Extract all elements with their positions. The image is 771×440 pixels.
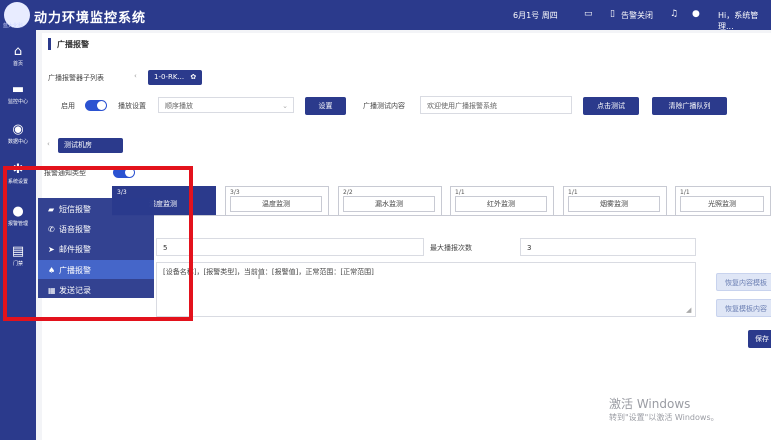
card-name: 温度监测 [230, 196, 322, 212]
app-title: 动力环境监控系统 [34, 11, 147, 26]
recover-template-button[interactable]: 恢复模板内容 [716, 299, 771, 317]
card-count: 3/3 [230, 189, 240, 196]
host-chip-label: 1-0-RK... [154, 73, 185, 81]
resize-handle-icon[interactable]: ◢ [686, 306, 691, 314]
save-button[interactable]: 保存 [748, 330, 771, 348]
section-title: 广播报警 [57, 40, 89, 49]
card-name: 漏水监测 [343, 196, 435, 212]
max-count-input[interactable]: 3 [520, 238, 696, 256]
card-infrared[interactable]: 1/1 红外监测 [450, 186, 554, 216]
sidebar-item-home[interactable]: ⌂ 首页 [0, 40, 36, 76]
test-content-input[interactable]: 欢迎使用广播报警系统 [420, 96, 572, 114]
interval-input[interactable]: 5 [156, 238, 424, 256]
card-divider [112, 215, 771, 216]
chevron-left-icon[interactable]: ‹ [47, 140, 50, 148]
card-temperature[interactable]: 3/3 温度监测 [225, 186, 329, 216]
windows-watermark-sub: 转到"设置"以激活 Windows。 [609, 413, 719, 422]
alarm-close-button[interactable]: 告警关闭 [621, 10, 653, 21]
card-smoke[interactable]: 1/1 烟雾监测 [563, 186, 667, 216]
highlight-annotation-box [3, 166, 193, 321]
sidebar-item-label: 监控中心 [7, 99, 28, 105]
windows-watermark: 激活 Windows [609, 397, 691, 411]
test-content-label: 广播测试内容 [363, 102, 405, 110]
monitor-icon: ▬ [11, 82, 25, 97]
card-name: 光照监测 [680, 196, 764, 212]
card-count: 1/1 [568, 189, 578, 196]
room-chip[interactable]: 测试机房 [58, 138, 123, 153]
message-icon[interactable]: ▭ [584, 9, 593, 19]
sidebar-item-label: 首页 [12, 61, 23, 67]
sidebar-item-label: 数据中心 [7, 139, 28, 145]
template-textarea[interactable]: [设备名称]，[报警类型]，当前值：[报警值]，正常范围：[正常范围] [156, 262, 696, 317]
max-count-label: 最大播报次数 [430, 244, 472, 252]
bell-off-icon[interactable]: ♫ [670, 9, 678, 19]
card-count: 1/1 [455, 189, 465, 196]
gear-icon[interactable]: ✿ [190, 73, 196, 81]
chevron-left-icon[interactable]: ‹ [134, 72, 137, 80]
enable-toggle[interactable] [85, 100, 107, 111]
date-text: 6月1号 周四 [513, 11, 558, 20]
card-water-leak[interactable]: 2/2 漏水监测 [338, 186, 442, 216]
set-button[interactable]: 设置 [305, 97, 346, 115]
sidebar-item-monitor[interactable]: ▬ 监控中心 [0, 78, 36, 114]
play-setting-select[interactable]: 顺序播放 ⌄ [158, 97, 294, 113]
top-bar: 蓝大化科 动力环境监控系统 6月1号 周四 ▭ ▯ 告警关闭 ♫ ● Hi，系统… [0, 0, 771, 32]
test-button[interactable]: 点击测试 [583, 97, 639, 115]
home-icon: ⌂ [13, 44, 23, 59]
card-name: 红外监测 [455, 196, 547, 212]
play-setting-label: 播放设置 [118, 102, 146, 110]
text-cursor-icon: I [258, 273, 261, 281]
logo-subtitle: 蓝大化科 [3, 23, 24, 29]
host-chip[interactable]: 1-0-RK... ✿ [148, 70, 203, 85]
template-text: [设备名称]，[报警类型]，当前值：[报警值]，正常范围：[正常范围] [163, 268, 374, 276]
card-light[interactable]: 1/1 光照监测 [675, 186, 771, 216]
card-name: 烟雾监测 [568, 196, 660, 212]
host-list-label: 广播报警器子列表 [48, 74, 104, 82]
user-icon[interactable]: ● [692, 9, 700, 19]
card-count: 2/2 [343, 189, 353, 196]
sidebar-item-data[interactable]: ◉ 数据中心 [0, 118, 36, 154]
section-marker [48, 38, 51, 50]
card-count: 1/1 [680, 189, 690, 196]
clear-queue-button[interactable]: 清除广播队列 [652, 97, 727, 115]
chevron-down-icon: ⌄ [282, 102, 288, 110]
user-name[interactable]: Hi，系统管理... [718, 10, 771, 32]
enable-label: 启用 [61, 102, 75, 110]
restore-template-button[interactable]: 恢复内容模板 [716, 273, 771, 291]
alarm-icon[interactable]: ▯ [610, 9, 615, 19]
play-setting-value: 顺序播放 [165, 102, 193, 110]
data-icon: ◉ [12, 122, 24, 137]
